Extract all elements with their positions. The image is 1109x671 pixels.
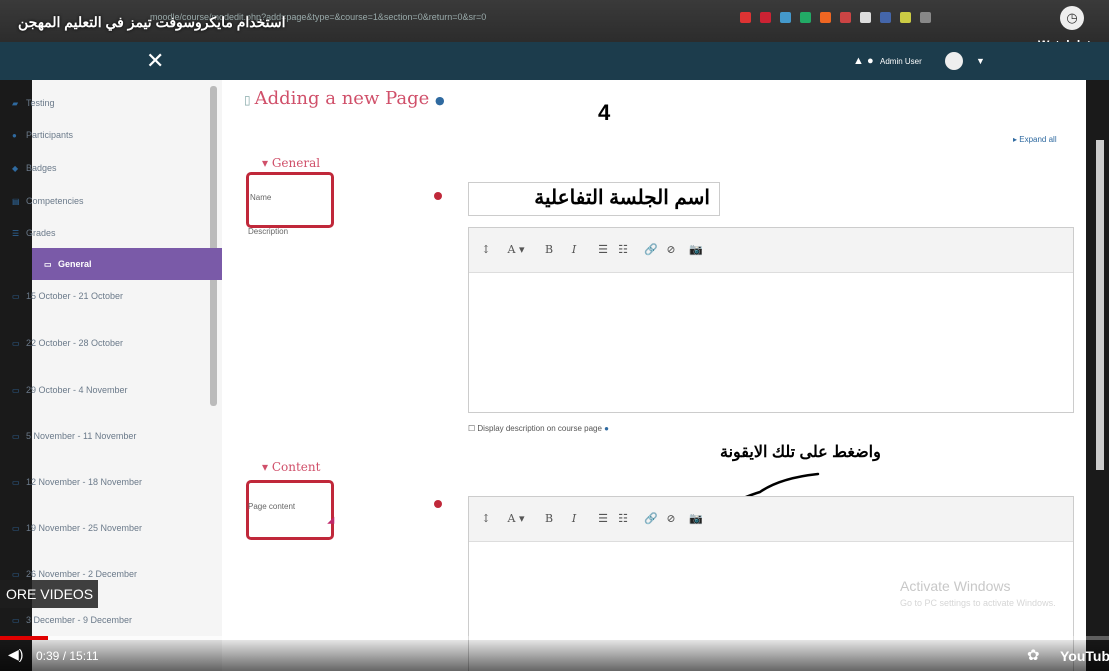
graduation-icon: ▰ (12, 99, 19, 108)
sidebar-item-section[interactable]: ▭ 29 October - 4 November (12, 384, 162, 397)
close-drawer-icon[interactable]: ✕ (146, 48, 164, 74)
folder-icon: ▭ (12, 292, 20, 301)
volume-icon[interactable]: ◀) (8, 646, 23, 663)
extension-icon[interactable] (780, 12, 791, 23)
unlink-icon[interactable]: ⊘ (663, 241, 679, 259)
font-style-icon[interactable]: A ▾ (499, 241, 533, 259)
extension-icon[interactable] (760, 12, 771, 23)
bullet-list-icon[interactable]: ☰ (595, 241, 611, 259)
time-display: 0:39 / 15:11 (36, 649, 99, 663)
extension-icon[interactable] (900, 12, 911, 23)
folder-icon: ▭ (12, 478, 20, 487)
general-section-header[interactable]: ▾ General (262, 156, 320, 170)
numbered-list-icon[interactable]: ☷ (615, 241, 631, 259)
editor-toolbar: ↕ A ▾ B I ☰ ☷ 🔗 ⊘ 📷 (469, 497, 1073, 542)
media-icon[interactable]: 📷 (685, 510, 707, 528)
clock-icon[interactable]: ◷ (1060, 6, 1084, 30)
description-editor[interactable]: ↕ A ▾ B I ☰ ☷ 🔗 ⊘ 📷 (468, 227, 1074, 413)
name-field-value: اسم الجلسة التفاعلية (534, 187, 710, 209)
bullet-list-icon[interactable]: ☰ (595, 510, 611, 528)
folder-icon: ▭ (12, 386, 20, 395)
sidebar-item-grades[interactable]: ☰ Grades (12, 227, 162, 240)
checkbox[interactable]: ☐ (468, 424, 475, 433)
sidebar-item-section[interactable]: ▭ 15 October - 21 October (12, 290, 162, 303)
sidebar-item-participants[interactable]: ● Participants (12, 129, 162, 142)
step-number: 4 (598, 100, 611, 125)
link-icon[interactable]: 🔗 (643, 510, 659, 528)
extension-icon[interactable] (800, 12, 811, 23)
description-label: Description (248, 227, 289, 236)
bookmark-icon[interactable] (740, 12, 751, 23)
italic-icon[interactable]: I (565, 510, 583, 528)
display-description-option[interactable]: ☐ Display description on course page ● (468, 424, 609, 433)
activate-windows-watermark: Activate Windows (900, 578, 1011, 594)
extension-icons (740, 12, 931, 30)
extension-icon[interactable] (880, 12, 891, 23)
sidebar-item-section[interactable]: ▭ 3 December - 9 December (12, 614, 162, 627)
media-icon[interactable]: 📷 (685, 241, 707, 259)
sidebar-item-general[interactable]: ▭ General (32, 248, 222, 280)
font-style-icon[interactable]: A ▾ (499, 510, 533, 528)
sidebar-item-competencies[interactable]: ▤ Competencies (12, 195, 162, 208)
page-content-label: Page content (248, 502, 296, 511)
activate-windows-hint: Go to PC settings to activate Windows. (900, 598, 1056, 608)
folder-icon: ▭ (12, 524, 20, 533)
page-title: ▯ Adding a new Page ● (244, 88, 445, 109)
editor-toolbar: ↕ A ▾ B I ☰ ☷ 🔗 ⊘ 📷 (469, 228, 1073, 273)
folder-icon: ▭ (12, 616, 20, 625)
competencies-icon: ▤ (12, 197, 20, 206)
expand-all-link[interactable]: ▸ Expand all (1013, 135, 1057, 144)
users-icon: ● (12, 131, 17, 140)
extension-icon[interactable] (920, 12, 931, 23)
name-label: Name (250, 193, 272, 202)
folder-icon: ▭ (12, 339, 20, 348)
gear-icon[interactable]: ✿ (1027, 646, 1040, 664)
main-scrollbar[interactable] (1096, 140, 1104, 470)
user-menu-name[interactable]: Admin User (880, 57, 922, 66)
unlink-icon[interactable]: ⊘ (663, 510, 679, 528)
badge-icon: ◆ (12, 164, 19, 173)
italic-icon[interactable]: I (565, 241, 583, 259)
sidebar-item-section[interactable]: ▭ 22 October - 28 October (12, 337, 162, 350)
video-frame[interactable]: moodle/course/modedit.php?add=page&type=… (0, 0, 1109, 671)
chat-icon[interactable]: ● (867, 55, 874, 67)
player-controls (0, 640, 1109, 671)
sidebar-scrollbar[interactable] (210, 86, 217, 406)
help-icon[interactable]: ● (435, 94, 445, 107)
folder-icon: ▭ (12, 432, 20, 441)
youtube-logo[interactable]: YouTube (1060, 648, 1109, 664)
grades-icon: ☰ (12, 229, 20, 238)
sidebar-item-testing[interactable]: ▰ Testing (12, 97, 162, 110)
avatar[interactable] (945, 52, 963, 70)
extension-icon[interactable] (840, 12, 851, 23)
sidebar-item-section[interactable]: ▭ 5 November - 11 November (12, 430, 162, 443)
content-section-header[interactable]: ▾ Content (262, 460, 320, 474)
link-icon[interactable]: 🔗 (643, 241, 659, 259)
sidebar-item-section[interactable]: ▭ 12 November - 18 November (12, 476, 162, 489)
page-icon: ▯ (244, 93, 251, 107)
toolbar-toggle-icon[interactable]: ↕ (479, 510, 493, 528)
bold-icon[interactable]: B (539, 241, 559, 259)
moodle-navbar (0, 42, 1109, 80)
annotation-click-text: واضغط على تلك الايقونة (720, 444, 881, 461)
bell-icon[interactable]: ▲ (853, 55, 864, 67)
extension-icon[interactable] (820, 12, 831, 23)
extension-icon[interactable] (860, 12, 871, 23)
help-icon[interactable]: ● (604, 424, 609, 433)
sidebar-item-section[interactable]: ▭ 19 November - 25 November (12, 522, 162, 535)
folder-icon: ▭ (44, 260, 52, 269)
chevron-down-icon[interactable]: ▼ (976, 56, 985, 66)
required-icon (434, 192, 442, 200)
toolbar-toggle-icon[interactable]: ↕ (479, 241, 493, 259)
numbered-list-icon[interactable]: ☷ (615, 510, 631, 528)
sidebar-item-badges[interactable]: ◆ Badges (12, 162, 162, 175)
more-videos-button[interactable]: ORE VIDEOS (0, 580, 98, 608)
bold-icon[interactable]: B (539, 510, 559, 528)
video-title[interactable]: استخدام مايكروسوفت تيمز في التعليم المهج… (18, 14, 286, 31)
required-icon (434, 500, 442, 508)
